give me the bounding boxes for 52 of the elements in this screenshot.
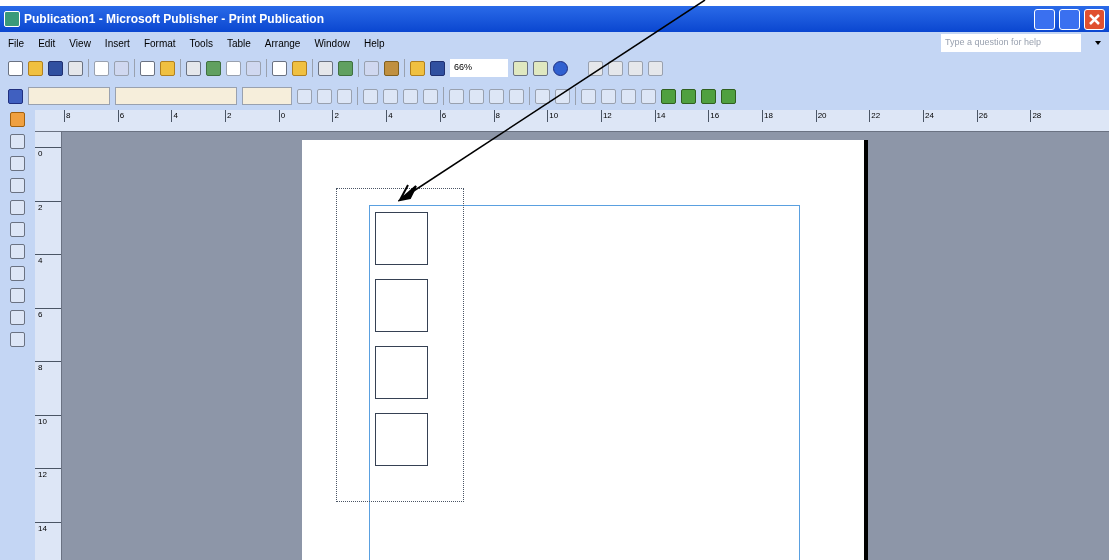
ruler-number: 6 <box>439 110 494 122</box>
menu-item[interactable]: Tools <box>189 35 213 51</box>
ruler-number: 8 <box>493 110 548 122</box>
ruler-number: 6 <box>117 110 172 122</box>
ruler-number: 20 <box>815 110 870 122</box>
picture-frame <box>375 279 428 332</box>
close-icon <box>1089 13 1100 25</box>
ruler-number: 14 <box>654 110 709 122</box>
ruler-number: 22 <box>869 110 923 122</box>
ruler-number: 24 <box>923 110 977 122</box>
zoom-field[interactable]: 66% <box>450 59 508 77</box>
ruler-number: 14 <box>35 521 61 560</box>
ruler-number: 10 <box>35 414 61 468</box>
style-dropdown[interactable] <box>28 87 110 105</box>
menu-item[interactable]: View <box>69 35 91 51</box>
ruler-number: 2 <box>35 200 61 254</box>
ruler-number: 4 <box>171 110 226 122</box>
ruler-number: 16 <box>708 110 762 122</box>
menu-item[interactable]: Edit <box>38 35 56 51</box>
menu-item[interactable]: Window <box>314 35 350 51</box>
restore-button[interactable] <box>1059 8 1080 30</box>
ruler-number: 6 <box>35 307 61 361</box>
ruler-number: 8 <box>64 110 118 122</box>
ruler-number: 28 <box>1030 110 1085 122</box>
menu-item[interactable]: Arrange <box>264 35 301 51</box>
picture-frame <box>375 212 428 265</box>
ruler-number: 12 <box>600 110 655 122</box>
ruler-number: 10 <box>547 110 601 122</box>
ruler-number: 2 <box>332 110 387 122</box>
menu-item[interactable]: Insert <box>104 35 130 51</box>
window-title: Publication1 - Microsoft Publisher - Print Publication <box>24 11 325 28</box>
font-size-dropdown[interactable] <box>242 87 292 105</box>
ruler-number: 0 <box>35 147 61 201</box>
picture-frame <box>375 413 428 466</box>
close-button[interactable] <box>1084 8 1105 30</box>
ruler-number: 0 <box>278 110 333 122</box>
ruler-number: 18 <box>761 110 816 122</box>
app-icon <box>4 11 20 27</box>
ruler-number: 26 <box>976 110 1031 122</box>
menu-item[interactable]: File <box>8 35 25 51</box>
menu-item[interactable]: Help <box>363 35 385 51</box>
ruler-number: 12 <box>35 468 61 522</box>
ruler-number: 8 <box>35 361 61 415</box>
ruler-number: 4 <box>386 110 440 122</box>
ruler-number: 2 <box>225 110 279 122</box>
menu-item[interactable]: Table <box>226 35 251 51</box>
caret-icon[interactable] <box>1095 41 1101 45</box>
picture-frame <box>375 346 428 399</box>
font-dropdown[interactable] <box>115 87 237 105</box>
ruler-number: 4 <box>35 254 61 308</box>
menu-item[interactable]: Format <box>143 35 176 51</box>
minimize-button[interactable] <box>1034 8 1055 30</box>
